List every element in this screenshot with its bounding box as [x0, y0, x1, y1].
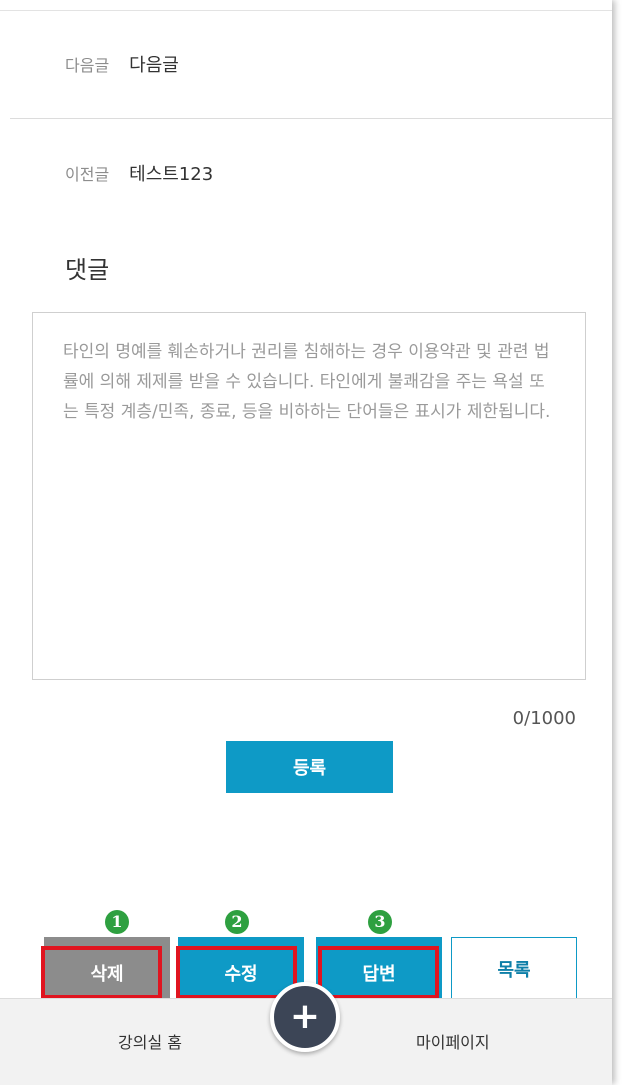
delete-button[interactable]: 삭제 [44, 937, 170, 1001]
prev-post-key: 이전글 [65, 165, 110, 184]
lecture-home-link[interactable]: 강의실 홈 [118, 1029, 182, 1053]
comment-section-title: 댓글 [65, 256, 110, 284]
comment-input[interactable] [32, 312, 586, 680]
prev-post-title[interactable]: 테스트123 [129, 160, 213, 186]
edit-button-label: 수정 [224, 964, 258, 985]
next-post-title[interactable]: 다음글 [129, 51, 179, 77]
plus-icon: + [289, 996, 321, 1037]
mypage-link[interactable]: 마이페이지 [416, 1029, 490, 1053]
next-post-row[interactable]: 다음글 다음글 [10, 10, 612, 119]
marker-3-badge: 3 [368, 910, 392, 934]
reply-button-label: 답변 [362, 964, 396, 985]
delete-button-label: 삭제 [90, 964, 124, 985]
prev-post-row[interactable]: 이전글 테스트123 [10, 119, 612, 227]
next-post-key: 다음글 [65, 56, 110, 75]
marker-1-badge: 1 [105, 910, 129, 934]
comment-submit-button[interactable]: 등록 [226, 741, 393, 793]
comment-char-count: 0/1000 [512, 708, 576, 729]
marker-2-badge: 2 [225, 910, 249, 934]
page-frame: 다음글 다음글 이전글 테스트123 댓글 0/1000 등록 1 2 3 삭제… [0, 0, 612, 1085]
add-fab-button[interactable]: + [270, 982, 340, 1052]
list-button[interactable]: 목록 [451, 937, 577, 1001]
reply-button[interactable]: 답변 [316, 937, 442, 1001]
